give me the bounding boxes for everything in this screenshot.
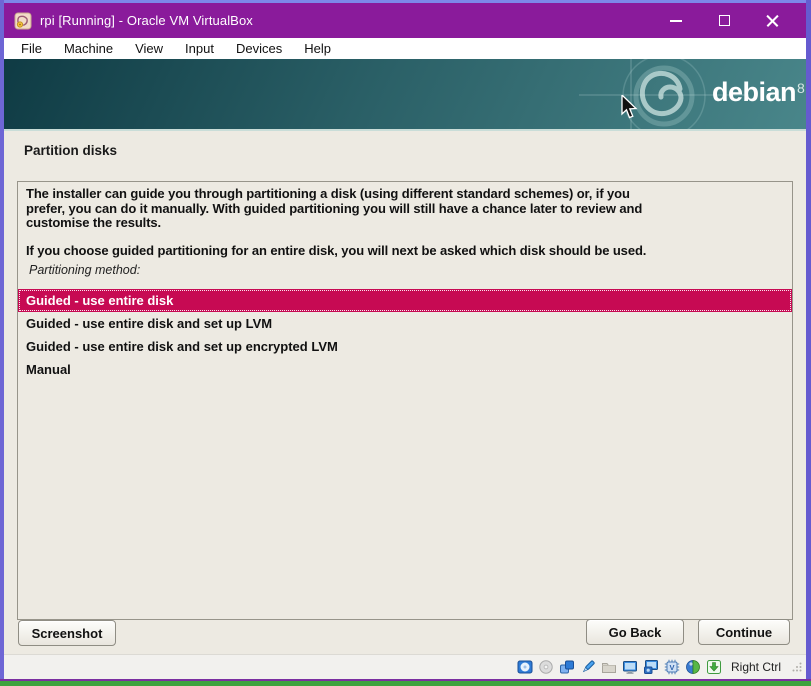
debian-brand: debian8: [712, 77, 804, 108]
keyboard-capture-icon[interactable]: [706, 659, 722, 675]
display-icon[interactable]: [622, 659, 638, 675]
window-title: rpi [Running] - Oracle VM VirtualBox: [40, 13, 253, 28]
maximize-icon: [719, 15, 730, 26]
debian-banner: debian8: [4, 59, 806, 129]
menu-view[interactable]: View: [124, 39, 174, 58]
installer-content: The installer can guide you through part…: [17, 181, 793, 620]
window-controls: [660, 8, 796, 34]
minimize-icon: [670, 20, 682, 22]
guided-note: If you choose guided partitioning for an…: [26, 244, 784, 259]
minimize-button[interactable]: [660, 8, 692, 34]
page-title: Partition disks: [24, 143, 117, 158]
option-guided-entire-disk[interactable]: Guided - use entire disk: [18, 289, 792, 312]
debian-wordmark: debian: [712, 77, 796, 107]
go-back-button[interactable]: Go Back: [586, 619, 684, 645]
option-guided-encrypted-lvm[interactable]: Guided - use entire disk and set up encr…: [18, 335, 792, 358]
status-bar: V Right Ctrl: [4, 654, 806, 679]
menu-input[interactable]: Input: [174, 39, 225, 58]
svg-text:V: V: [669, 663, 674, 672]
resize-grip[interactable]: [792, 662, 802, 672]
menu-bar: File Machine View Input Devices Help: [4, 38, 806, 59]
hard-disk-icon[interactable]: [517, 659, 533, 675]
partitioning-method-list: Guided - use entire disk Guided - use en…: [18, 289, 792, 381]
optical-disc-icon[interactable]: [538, 659, 554, 675]
menu-help[interactable]: Help: [293, 39, 342, 58]
title-bar[interactable]: rpi [Running] - Oracle VM VirtualBox: [4, 3, 806, 38]
menu-devices[interactable]: Devices: [225, 39, 293, 58]
menu-machine[interactable]: Machine: [53, 39, 124, 58]
maximize-button[interactable]: [708, 8, 740, 34]
intro-line: prefer, you can do it manually. With gui…: [26, 202, 784, 217]
close-button[interactable]: [756, 8, 788, 34]
banner-underline: [4, 129, 806, 131]
video-capture-icon[interactable]: [643, 659, 659, 675]
host-key-label: Right Ctrl: [731, 660, 781, 674]
features-icon[interactable]: V: [664, 659, 680, 675]
desktop-edge-strip: [0, 681, 811, 686]
mouse-integration-icon[interactable]: [685, 659, 701, 675]
screenshot-button[interactable]: Screenshot: [18, 620, 116, 646]
virtualbox-vm-icon: [14, 12, 32, 30]
shared-folders-icon[interactable]: [601, 659, 617, 675]
option-guided-lvm[interactable]: Guided - use entire disk and set up LVM: [18, 312, 792, 335]
window-border-right: [806, 0, 811, 686]
virtualbox-window: rpi [Running] - Oracle VM VirtualBox Fil…: [0, 0, 811, 686]
network-icon[interactable]: [559, 659, 575, 675]
intro-line: customise the results.: [26, 216, 784, 231]
option-manual[interactable]: Manual: [18, 358, 792, 381]
usb-icon[interactable]: [580, 659, 596, 675]
intro-line: The installer can guide you through part…: [26, 187, 784, 202]
menu-file[interactable]: File: [10, 39, 53, 58]
partitioning-method-label: Partitioning method:: [26, 263, 784, 277]
debian-version: 8: [797, 80, 804, 96]
close-icon: [766, 14, 779, 27]
continue-button[interactable]: Continue: [698, 619, 790, 645]
